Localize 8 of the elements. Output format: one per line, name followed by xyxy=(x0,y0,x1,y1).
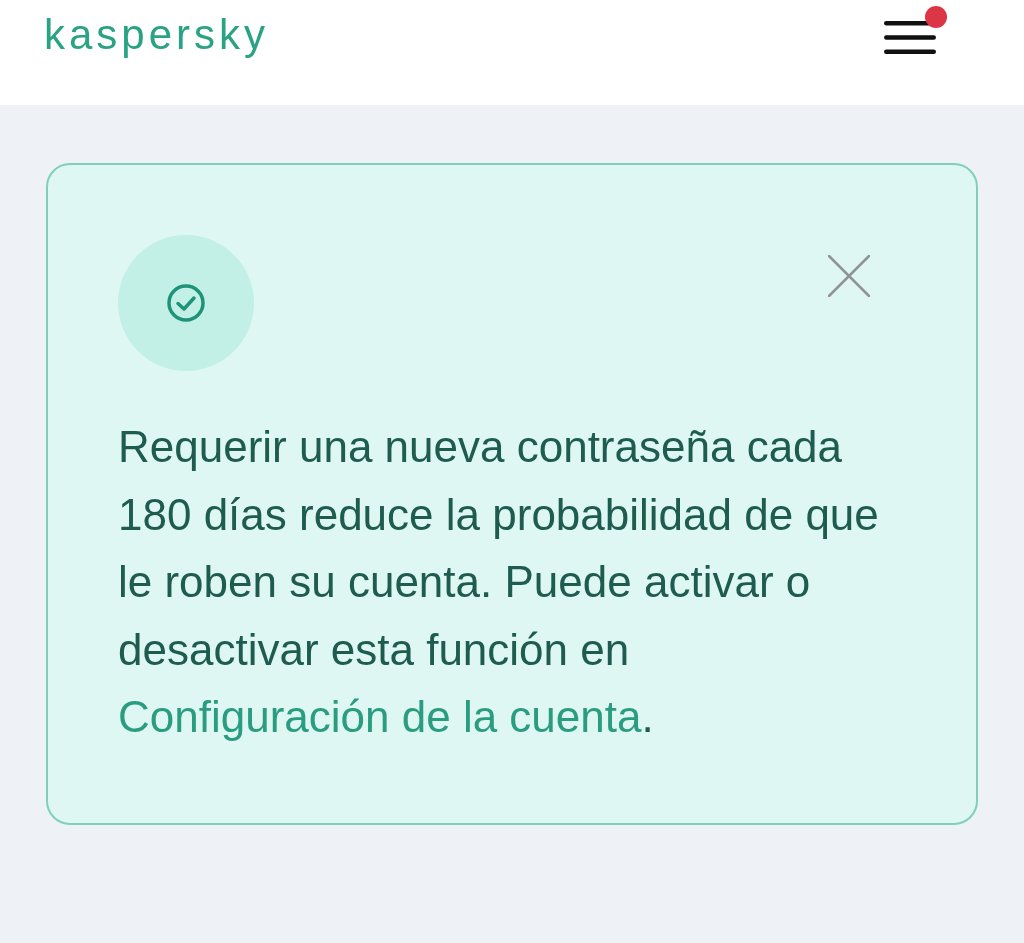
notice-message: Requerir una nueva contraseña cada 180 días reduce la probabilidad de que le roben su cuenta. Puede activar o desactivar esta función en Configuración de la cuenta. xyxy=(118,421,880,743)
check-circle-icon xyxy=(118,235,254,371)
account-settings-link[interactable]: Configuración de la cuenta xyxy=(118,692,642,741)
menu-button[interactable] xyxy=(884,6,947,56)
close-icon xyxy=(828,255,870,297)
menu-icon xyxy=(884,21,936,54)
logo[interactable]: kaspersky xyxy=(44,14,270,56)
close-button[interactable] xyxy=(828,255,870,297)
